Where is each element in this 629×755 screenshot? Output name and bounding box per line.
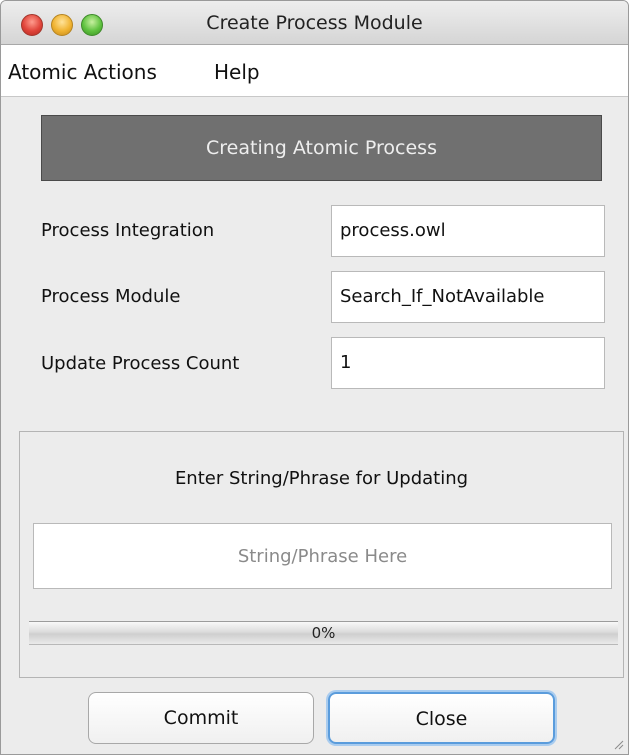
menu-bar: Atomic Actions Help	[1, 45, 628, 97]
dialog-window: Create Process Module Atomic Actions Hel…	[0, 0, 629, 755]
process-integration-label: Process Integration	[41, 220, 215, 241]
progress-text: 0%	[311, 624, 336, 642]
process-module-label: Process Module	[41, 286, 181, 307]
progress-bar: 0%	[29, 621, 618, 645]
menu-help[interactable]: Help	[214, 60, 260, 84]
update-process-count-label: Update Process Count	[41, 353, 240, 374]
window-title: Create Process Module	[206, 12, 423, 34]
commit-button[interactable]: Commit	[88, 692, 314, 744]
phrase-input[interactable]	[33, 523, 612, 589]
panel-title: Enter String/Phrase for Updating	[174, 468, 469, 489]
update-process-count-field[interactable]: 1	[331, 337, 605, 389]
update-panel: Enter String/Phrase for Updating 0%	[19, 431, 624, 678]
process-module-field[interactable]: Search_If_NotAvailable	[331, 271, 605, 323]
resize-grip-icon[interactable]	[612, 738, 624, 750]
title-bar[interactable]: Create Process Module	[1, 1, 628, 45]
process-integration-field[interactable]: process.owl	[331, 205, 605, 257]
menu-atomic-actions[interactable]: Atomic Actions	[8, 60, 157, 84]
close-button[interactable]: Close	[328, 692, 555, 744]
section-header: Creating Atomic Process	[41, 115, 602, 181]
